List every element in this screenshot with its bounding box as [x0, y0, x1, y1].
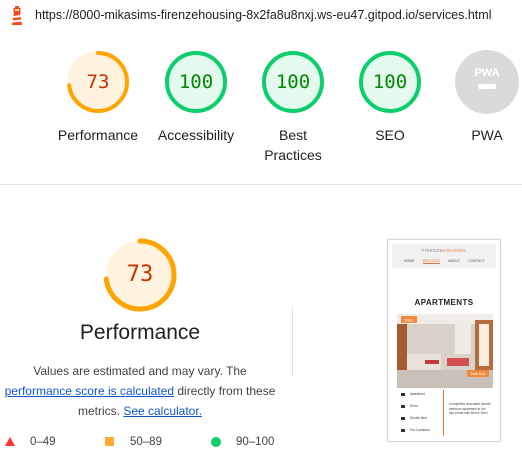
thumb-sale-tag: SALE [405, 319, 415, 323]
thumb-nav-home: HOME [404, 259, 415, 263]
gauge-best-practices[interactable]: 100 Best Practices [246, 50, 340, 165]
thumb-nav-services: SERVICES [422, 259, 441, 264]
section-divider [0, 184, 522, 185]
legend-range: 90–100 [236, 436, 275, 448]
gauge-label: Accessibility [157, 127, 235, 143]
gauge-score: 100 [275, 71, 311, 93]
gauge-label: Best Practices [264, 127, 322, 163]
thumb-heading: APARTMENTS [414, 298, 474, 307]
thumb-description: Completely renovated double bedroom apar… [449, 402, 491, 415]
address-bar: https://8000-mikasims-firenzehousing-8x2… [0, 0, 522, 32]
gauge-score: 100 [178, 71, 214, 93]
desc-line-1: Values are estimated and may vary. The [33, 364, 247, 378]
triangle-icon [5, 437, 15, 446]
thumb-details: Apartment 50 m² Double Bed For 2 persons… [397, 388, 493, 438]
see-calculator-link[interactable]: See calculator. [123, 404, 202, 418]
final-screenshot-thumbnail[interactable]: FIRENZEHOUSING HOME SERVICES ABOUT CONTACT … [387, 239, 501, 442]
legend-range: 50–89 [130, 436, 162, 448]
gauge-performance[interactable]: 73 Performance [51, 50, 145, 145]
thumb-apartment-photo: SALE Book Now [397, 314, 493, 388]
legend-range: 0–49 [30, 436, 56, 448]
lighthouse-icon [12, 6, 22, 25]
gauge-pwa[interactable]: PWA PWA [440, 50, 522, 145]
gauge-label: PWA [471, 127, 503, 143]
gauge-accessibility[interactable]: 100 Accessibility [149, 50, 243, 145]
thumb-nav-links: HOME SERVICES ABOUT CONTACT [404, 259, 494, 264]
thumb-nav-about: ABOUT [448, 259, 461, 263]
gauge-score: 100 [372, 71, 408, 93]
circle-icon [211, 437, 221, 447]
desc-line-3: metrics. [77, 404, 124, 418]
vertical-divider [292, 307, 293, 377]
thumb-book-button: Book Now [471, 372, 486, 376]
thumb-navbar: FIRENZEHOUSING HOME SERVICES ABOUT CONTACT [392, 244, 496, 268]
performance-gauge-large: 73 [102, 237, 178, 313]
desc-line-2: directly from these [174, 384, 276, 398]
gauge-score: 73 [86, 71, 110, 93]
score-calculated-link[interactable]: performance score is calculated [5, 384, 174, 398]
square-icon [105, 437, 114, 446]
page-url[interactable]: https://8000-mikasims-firenzehousing-8x2… [35, 8, 491, 22]
pwa-badge-icon: PWA [455, 50, 519, 114]
thumb-nav-contact: CONTACT [468, 259, 485, 263]
performance-description: Values are estimated and may vary. The p… [0, 361, 280, 421]
thumb-brand: FIRENZEHOUSING [421, 248, 467, 253]
gauge-label: SEO [375, 127, 405, 143]
gauge-label: Performance [57, 127, 139, 143]
gauge-seo[interactable]: 100 SEO [343, 50, 437, 145]
pwa-badge-text: PWA [474, 67, 499, 79]
performance-score: 73 [126, 262, 154, 287]
performance-title: Performance [79, 321, 201, 344]
